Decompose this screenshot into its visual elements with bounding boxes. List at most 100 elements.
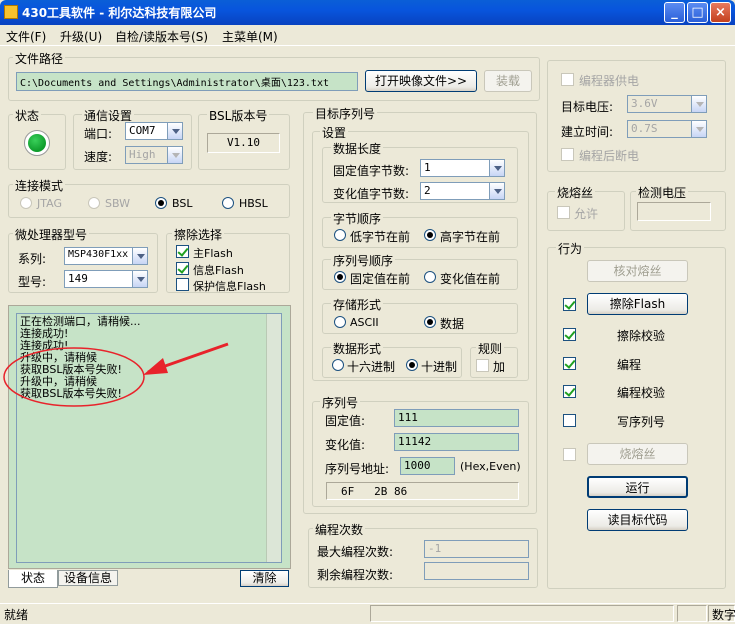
bsl-version-value: V1.10 xyxy=(207,133,280,153)
max-count-field[interactable]: -1 xyxy=(424,540,529,558)
detect-voltage-value xyxy=(637,202,711,221)
radio-var-first-label: 变化值在前 xyxy=(440,272,501,286)
radio-ascii[interactable] xyxy=(334,316,346,328)
write-serial-checkbox[interactable] xyxy=(563,414,576,427)
chevron-down-icon xyxy=(167,147,182,163)
var-bytes-value: 2 xyxy=(424,184,431,197)
fuse-allow-label: 允许 xyxy=(574,207,599,221)
speed-combo[interactable]: High xyxy=(125,146,183,164)
burn-fuse-checkbox[interactable] xyxy=(563,448,576,461)
verify-fuse-button[interactable]: 核对熔丝 xyxy=(587,260,688,282)
menu-main[interactable]: 主菜单(M) xyxy=(222,28,278,45)
erase-info-flash-checkbox[interactable] xyxy=(176,262,189,275)
radio-decimal[interactable] xyxy=(406,359,418,371)
rule-add-checkbox[interactable] xyxy=(476,359,489,372)
tab-device-info[interactable]: 设备信息 xyxy=(58,570,118,586)
erase-protect-flash-label: 保护信息Flash xyxy=(193,280,266,293)
radio-hex[interactable] xyxy=(332,359,344,371)
radio-hbsl-label: HBSL xyxy=(239,197,268,210)
erase-info-flash-label: 信息Flash xyxy=(193,264,244,277)
data-format-label: 数据形式 xyxy=(331,340,384,357)
radio-fixed-first[interactable] xyxy=(334,271,346,283)
file-path-field[interactable]: C:\Documents and Settings\Administrator\… xyxy=(16,72,358,91)
actions-label: 行为 xyxy=(556,240,585,257)
clear-button[interactable]: 清除 xyxy=(240,570,289,587)
file-path-label: 文件路径 xyxy=(13,50,66,67)
radio-high-byte-first[interactable] xyxy=(424,229,436,241)
load-button[interactable]: 装载 xyxy=(484,70,532,92)
serial-number-label: 序列号 xyxy=(320,394,361,411)
series-label: 系列: xyxy=(18,252,47,266)
program-checkbox[interactable] xyxy=(563,357,576,370)
erase-flash-checkbox[interactable] xyxy=(563,298,576,311)
series-combo[interactable]: MSP430F1xx xyxy=(64,247,148,265)
radio-low-byte-first[interactable] xyxy=(334,229,346,241)
close-button[interactable]: × xyxy=(710,2,731,23)
open-image-button[interactable]: 打开映像文件>> xyxy=(365,70,477,92)
maximize-button[interactable]: □ xyxy=(687,2,708,23)
write-serial-label: 写序列号 xyxy=(617,415,666,429)
fixed-value-label: 固定值: xyxy=(325,414,366,428)
run-button[interactable]: 运行 xyxy=(587,476,688,498)
radio-data-label: 数据 xyxy=(440,317,465,331)
programmer-power-checkbox[interactable] xyxy=(561,73,574,86)
chevron-down-icon xyxy=(489,160,504,176)
radio-bsl[interactable] xyxy=(155,197,167,209)
fuse-allow-checkbox[interactable] xyxy=(557,206,570,219)
erase-protect-flash-checkbox[interactable] xyxy=(176,278,189,291)
log-scrollbar[interactable] xyxy=(266,314,281,562)
menu-upgrade[interactable]: 升级(U) xyxy=(60,28,102,45)
fixed-bytes-combo[interactable]: 1 xyxy=(420,159,505,177)
read-target-button[interactable]: 读目标代码 xyxy=(587,509,688,531)
radio-hbsl[interactable] xyxy=(222,197,234,209)
remain-count-label: 剩余编程次数: xyxy=(317,568,394,582)
var-bytes-combo[interactable]: 2 xyxy=(420,182,505,200)
port-label: 端口: xyxy=(84,127,113,141)
program-label: 编程 xyxy=(617,358,642,372)
radio-jtag[interactable] xyxy=(20,197,32,209)
storage-label: 存储形式 xyxy=(331,296,384,313)
program-count-label: 编程次数 xyxy=(313,521,366,538)
radio-sbw[interactable] xyxy=(88,197,100,209)
burn-fuse-button[interactable]: 烧熔丝 xyxy=(587,443,688,465)
radio-high-byte-first-label: 高字节在前 xyxy=(440,230,501,244)
menu-selfcheck[interactable]: 自检/读版本号(S) xyxy=(115,28,208,45)
serial-preview: 6F 2B 86 xyxy=(326,482,519,500)
menu-file[interactable]: 文件(F) xyxy=(6,28,46,45)
minimize-button[interactable]: _ xyxy=(664,2,685,23)
series-value: MSP430F1xx xyxy=(68,249,129,260)
programmer-power-label: 编程器供电 xyxy=(579,74,640,88)
port-combo[interactable]: COM7 xyxy=(125,122,183,140)
status-pane-empty xyxy=(370,605,674,622)
serial-order-label: 序列号顺序 xyxy=(331,252,396,269)
fixed-value-field[interactable]: 111 xyxy=(394,409,519,427)
program-verify-label: 编程校验 xyxy=(617,386,666,400)
erase-label: 擦除选择 xyxy=(172,226,225,243)
speed-label: 速度: xyxy=(84,150,113,164)
radio-var-first[interactable] xyxy=(424,271,436,283)
model-combo[interactable]: 149 xyxy=(64,270,148,288)
setup-time-combo[interactable]: 0.7S xyxy=(627,120,707,138)
radio-low-byte-first-label: 低字节在前 xyxy=(350,230,411,244)
tab-status[interactable]: 状态 xyxy=(8,570,58,588)
fixed-bytes-label: 固定值字节数: xyxy=(333,164,410,178)
erase-verify-checkbox[interactable] xyxy=(563,328,576,341)
voltage-combo[interactable]: 3.6V xyxy=(627,95,707,113)
chevron-down-icon xyxy=(167,123,182,139)
serial-addr-hint: (Hex,Even) xyxy=(460,460,521,473)
radio-data[interactable] xyxy=(424,316,436,328)
chevron-down-icon xyxy=(132,271,147,287)
bsl-label: BSL版本号 xyxy=(207,107,270,124)
speed-value: High xyxy=(129,148,156,161)
program-verify-checkbox[interactable] xyxy=(563,385,576,398)
serial-addr-field[interactable]: 1000 xyxy=(400,457,455,475)
remain-count-field[interactable] xyxy=(424,562,529,580)
radio-hex-label: 十六进制 xyxy=(347,360,396,374)
voltage-label: 目标电压: xyxy=(561,100,614,114)
menu-bar xyxy=(0,25,735,46)
power-off-checkbox[interactable] xyxy=(561,148,574,161)
erase-flash-button[interactable]: 擦除Flash xyxy=(587,293,688,315)
var-value-field[interactable]: 11142 xyxy=(394,433,519,451)
erase-main-flash-checkbox[interactable] xyxy=(176,245,189,258)
max-count-label: 最大编程次数: xyxy=(317,545,394,559)
